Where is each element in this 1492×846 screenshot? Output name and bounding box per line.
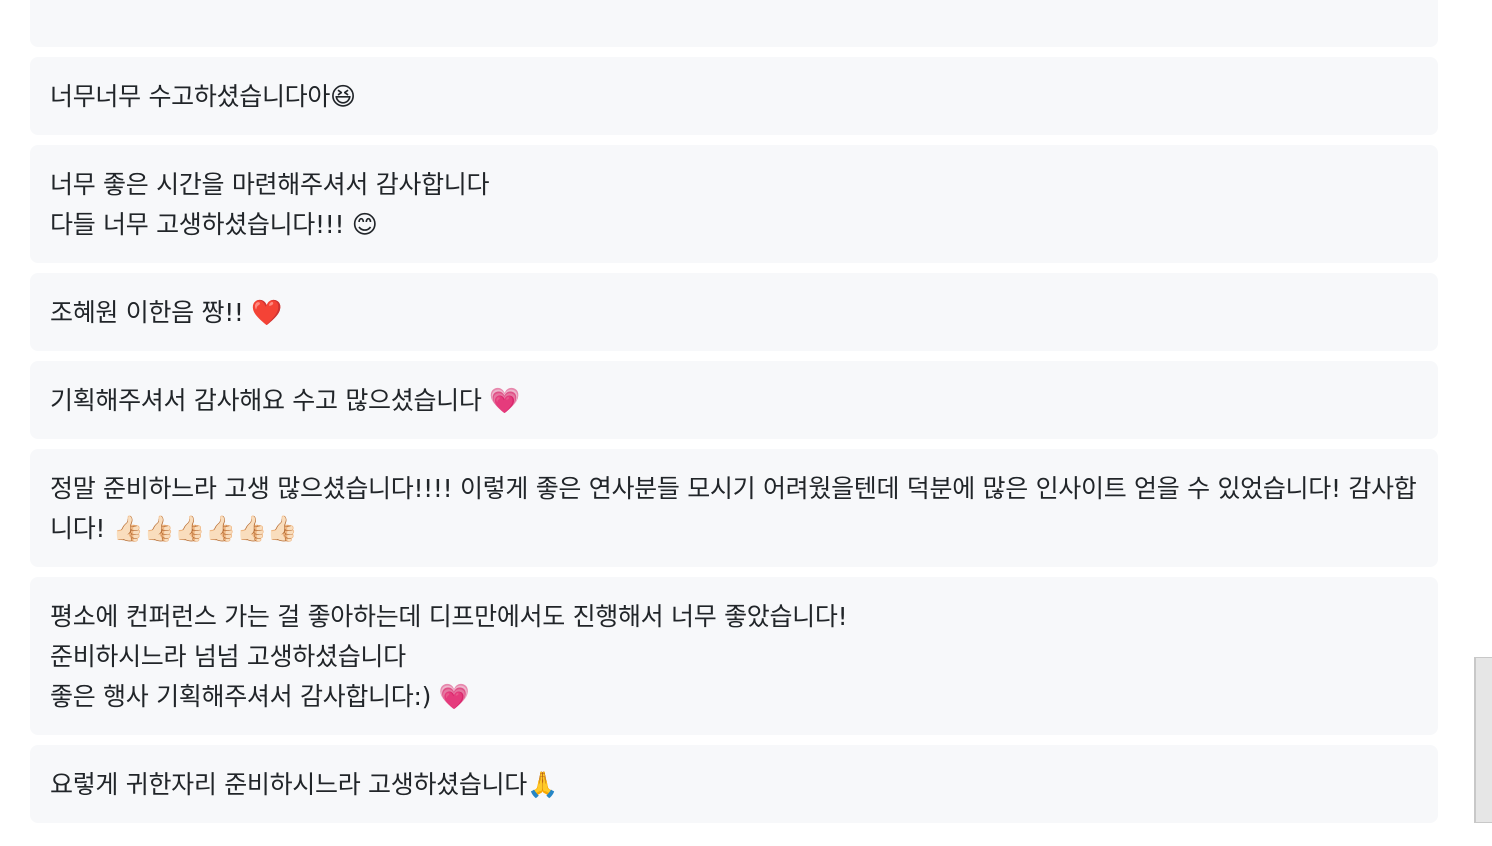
comment-card-partial: [30, 0, 1438, 47]
comment-text: 평소에 컨퍼런스 가는 걸 좋아하는데 디프만에서도 진행해서 너무 좋았습니다…: [50, 602, 848, 711]
comment-text: 정말 준비하느라 고생 많으셨습니다!!!! 이렇게 좋은 연사분들 모시기 어…: [50, 474, 1417, 543]
comment-text: 요렇게 귀한자리 준비하시느라 고생하셨습니다🙏: [50, 770, 558, 799]
scrollbar[interactable]: [1474, 0, 1492, 846]
comment-card: 조혜원 이한음 짱!! ❤️: [30, 273, 1438, 351]
comment-text: 조혜원 이한음 짱!! ❤️: [50, 298, 283, 327]
comment-text: 너무 좋은 시간을 마련해주셔서 감사합니다 다들 너무 고생하셨습니다!!! …: [50, 170, 490, 239]
comment-card: 너무 좋은 시간을 마련해주셔서 감사합니다 다들 너무 고생하셨습니다!!! …: [30, 145, 1438, 263]
comment-text: 기획해주셔서 감사해요 수고 많으셨습니다 💗: [50, 386, 521, 415]
comment-card: 정말 준비하느라 고생 많으셨습니다!!!! 이렇게 좋은 연사분들 모시기 어…: [30, 449, 1438, 567]
comment-card: 평소에 컨퍼런스 가는 걸 좋아하는데 디프만에서도 진행해서 너무 좋았습니다…: [30, 577, 1438, 735]
scrollbar-thumb[interactable]: [1474, 657, 1492, 823]
comment-text: 너무너무 수고하셨습니다아😆: [50, 82, 356, 111]
comment-card: 너무너무 수고하셨습니다아😆: [30, 57, 1438, 135]
comment-card: 요렇게 귀한자리 준비하시느라 고생하셨습니다🙏: [30, 745, 1438, 823]
comment-card: 기획해주셔서 감사해요 수고 많으셨습니다 💗: [30, 361, 1438, 439]
